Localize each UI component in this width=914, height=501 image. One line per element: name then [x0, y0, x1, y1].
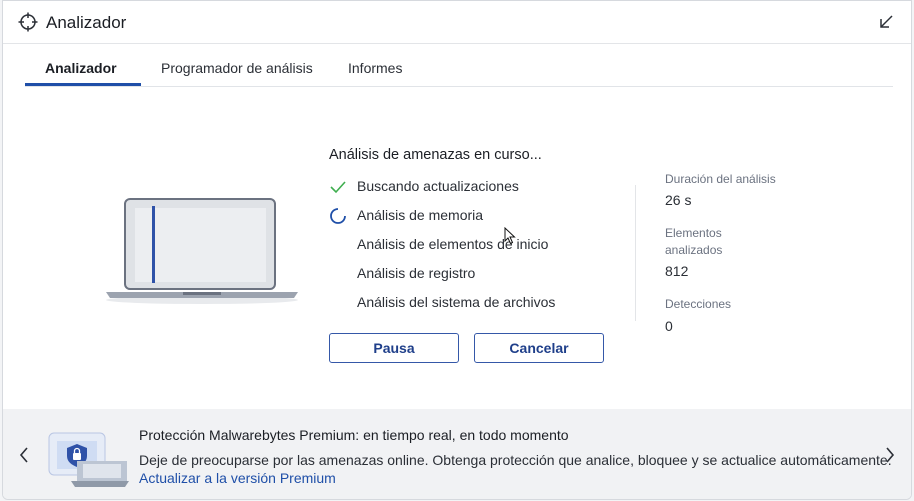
scan-step: Análisis del sistema de archivos	[329, 293, 619, 313]
promo-title: Protección Malwarebytes Premium: en tiem…	[139, 427, 569, 443]
scan-step: Buscando actualizaciones	[329, 177, 619, 197]
step-label: Análisis de elementos de inicio	[357, 236, 549, 252]
upgrade-link[interactable]: Actualizar a la versión Premium	[139, 470, 336, 486]
scan-step: Análisis de registro	[329, 264, 619, 284]
spinner-icon	[330, 208, 346, 224]
scan-step: Análisis de memoria	[329, 206, 619, 226]
scanned-value: 812	[665, 263, 689, 279]
tab-bar: Analizador Programador de análisis Infor…	[25, 44, 893, 87]
scanned-label: Elementos analizados	[665, 226, 723, 257]
cancel-button[interactable]: Cancelar	[474, 333, 604, 363]
title-bar: Analizador	[3, 1, 911, 44]
crosshair-icon	[18, 12, 38, 32]
duration-label: Duración del análisis	[665, 172, 776, 186]
tab-analizador[interactable]: Analizador	[45, 60, 117, 76]
check-icon	[330, 181, 346, 194]
protected-laptop-icon	[48, 432, 129, 487]
step-label: Análisis de memoria	[357, 207, 484, 223]
active-tab-indicator	[25, 83, 141, 86]
chevron-left-icon[interactable]	[17, 445, 31, 465]
step-label: Buscando actualizaciones	[357, 178, 519, 194]
detections-value: 0	[665, 318, 673, 334]
step-label: Análisis del sistema de archivos	[357, 294, 556, 310]
stats-divider	[635, 185, 636, 321]
step-label: Análisis de registro	[357, 265, 476, 281]
collapse-arrow-icon[interactable]	[877, 13, 895, 31]
window-title: Analizador	[46, 13, 127, 32]
mouse-cursor-icon	[504, 227, 516, 245]
scan-title: Análisis de amenazas en curso...	[329, 147, 542, 163]
tab-programador[interactable]: Programador de análisis	[161, 60, 313, 76]
promo-description: Deje de preocuparse por las amenazas onl…	[139, 452, 892, 468]
duration-value: 26 s	[665, 192, 692, 208]
premium-promo-banner: Protección Malwarebytes Premium: en tiem…	[3, 409, 911, 499]
chevron-right-icon[interactable]	[883, 445, 897, 465]
laptop-illustration	[106, 198, 298, 304]
scan-step: Análisis de elementos de inicio	[329, 235, 619, 255]
scanner-window: Analizador Analizador Programador de aná…	[2, 0, 912, 500]
tab-informes[interactable]: Informes	[348, 60, 402, 76]
pause-button[interactable]: Pausa	[329, 333, 459, 363]
detections-label: Detecciones	[665, 297, 732, 311]
